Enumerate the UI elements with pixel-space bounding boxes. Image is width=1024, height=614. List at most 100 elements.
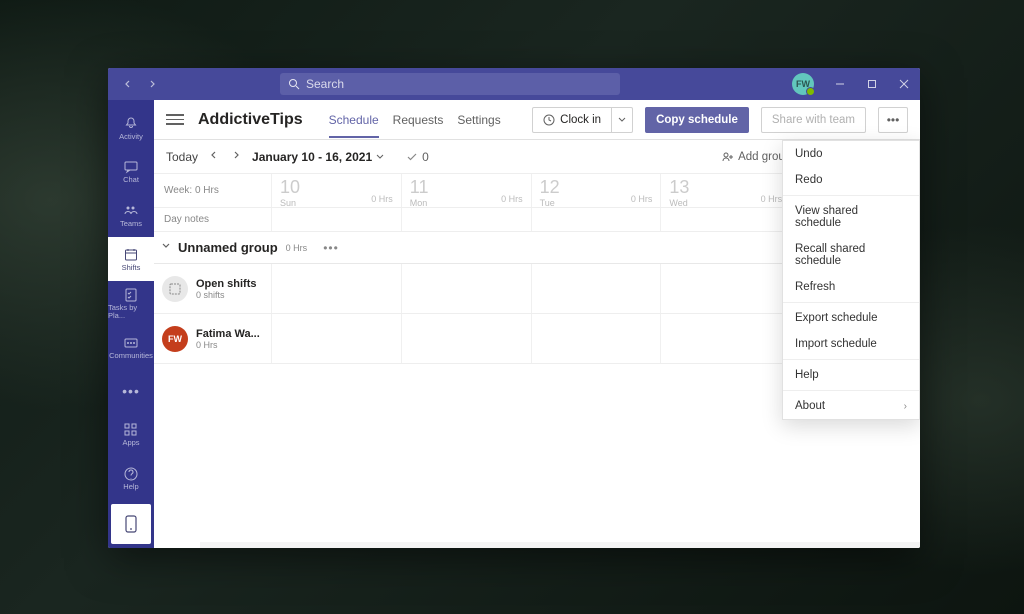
app-rail: Activity Chat Teams Shifts Tasks by Pla.…: [108, 100, 154, 548]
share-with-team-button[interactable]: Share with team: [761, 107, 866, 133]
clock-in-dropdown[interactable]: [612, 107, 633, 133]
user-name: Fatima Wa...: [196, 328, 260, 340]
more-actions-button[interactable]: •••: [878, 107, 908, 133]
menu-recall-shared[interactable]: Recall shared schedule: [783, 236, 919, 274]
rail-apps[interactable]: Apps: [108, 413, 154, 457]
menu-divider: [783, 302, 919, 303]
tasks-icon: [123, 287, 139, 303]
shift-cell[interactable]: [531, 264, 661, 313]
search-placeholder: Search: [306, 77, 344, 91]
shift-cell[interactable]: [271, 314, 401, 363]
chevron-down-icon: [618, 116, 626, 124]
shift-cell[interactable]: [660, 264, 790, 313]
menu-divider: [783, 359, 919, 360]
clock-in-button[interactable]: Clock in: [532, 107, 612, 133]
chat-icon: [123, 159, 139, 175]
titlebar: Search FW: [108, 68, 920, 100]
rail-communities[interactable]: Communities: [108, 325, 154, 369]
menu-refresh[interactable]: Refresh: [783, 274, 919, 300]
chevron-right-icon: ›: [904, 401, 907, 412]
open-shifts-title: Open shifts: [196, 278, 257, 290]
search-input[interactable]: Search: [280, 73, 620, 95]
shifts-icon: [123, 247, 139, 263]
date-range-picker[interactable]: January 10 - 16, 2021: [252, 150, 384, 164]
communities-icon: [123, 335, 139, 351]
group-hours: 0 Hrs: [286, 243, 308, 253]
more-icon: •••: [122, 383, 140, 399]
menu-redo[interactable]: Redo: [783, 167, 919, 193]
menu-view-shared[interactable]: View shared schedule: [783, 198, 919, 236]
day-notes-cell[interactable]: [271, 208, 401, 231]
teams-window: Search FW Activity Chat Teams: [108, 68, 920, 548]
rail-chat[interactable]: Chat: [108, 150, 154, 194]
day-notes-cell[interactable]: [660, 208, 790, 231]
close-button[interactable]: [888, 68, 920, 100]
group-more-button[interactable]: •••: [323, 241, 339, 255]
nav-forward-button[interactable]: [140, 72, 164, 96]
open-shifts-count: 0 shifts: [196, 290, 257, 300]
chevron-down-icon: [376, 153, 384, 161]
tab-schedule[interactable]: Schedule: [329, 103, 379, 137]
menu-about[interactable]: About ›: [783, 393, 919, 419]
user-hours: 0 Hrs: [196, 340, 260, 350]
main-content: AddictiveTips Schedule Requests Settings…: [154, 100, 920, 548]
day-notes-label: Day notes: [154, 208, 271, 231]
rail-shifts[interactable]: Shifts: [108, 237, 154, 281]
shift-cell[interactable]: [401, 314, 531, 363]
nav-back-button[interactable]: [116, 72, 140, 96]
tab-requests[interactable]: Requests: [393, 103, 444, 137]
menu-help[interactable]: Help: [783, 362, 919, 388]
copy-schedule-button[interactable]: Copy schedule: [645, 107, 749, 133]
rail-help[interactable]: Help: [108, 456, 154, 500]
tabs: Schedule Requests Settings: [329, 103, 501, 137]
shift-cell[interactable]: [531, 314, 661, 363]
page-header: AddictiveTips Schedule Requests Settings…: [154, 100, 920, 140]
prev-week-button[interactable]: [208, 151, 220, 162]
rail-teams[interactable]: Teams: [108, 194, 154, 238]
hamburger-button[interactable]: [166, 111, 184, 129]
search-icon: [288, 78, 300, 90]
add-group-icon: [722, 151, 734, 163]
mobile-icon: [124, 515, 138, 533]
open-shifts-icon: [162, 276, 188, 302]
next-week-button[interactable]: [230, 151, 242, 162]
day-header-sun: 10Sun 0 Hrs: [271, 174, 401, 207]
today-button[interactable]: Today: [166, 150, 198, 164]
group-name: Unnamed group: [178, 240, 278, 255]
group-collapse-toggle[interactable]: [160, 242, 172, 253]
apps-icon: [123, 422, 139, 438]
bell-icon: [123, 116, 139, 132]
day-notes-cell[interactable]: [531, 208, 661, 231]
week-total-label: Week: 0 Hrs: [154, 174, 271, 207]
rail-tasks[interactable]: Tasks by Pla...: [108, 281, 154, 325]
menu-import[interactable]: Import schedule: [783, 331, 919, 357]
team-title: AddictiveTips: [198, 111, 303, 129]
clock-in-group: Clock in: [532, 107, 633, 133]
shift-cell[interactable]: [271, 264, 401, 313]
teams-icon: [123, 203, 139, 219]
shift-cell[interactable]: [401, 264, 531, 313]
menu-divider: [783, 195, 919, 196]
rail-more[interactable]: •••: [108, 369, 154, 413]
day-header-mon: 11Mon 0 Hrs: [401, 174, 531, 207]
day-header-tue: 12Tue 0 Hrs: [531, 174, 661, 207]
menu-undo[interactable]: Undo: [783, 141, 919, 167]
tab-settings[interactable]: Settings: [457, 103, 500, 137]
clock-icon: [543, 114, 555, 126]
help-icon: [123, 466, 139, 482]
scroll-hint: [200, 542, 920, 548]
add-group-button[interactable]: Add group: [722, 151, 791, 163]
minimize-button[interactable]: [824, 68, 856, 100]
user-avatar[interactable]: FW: [792, 73, 814, 95]
day-header-wed: 13Wed 0 Hrs: [660, 174, 790, 207]
checked-count: 0: [406, 150, 429, 164]
rail-activity[interactable]: Activity: [108, 106, 154, 150]
rail-mobile-tile[interactable]: [111, 504, 151, 544]
shift-cell[interactable]: [660, 314, 790, 363]
menu-divider: [783, 390, 919, 391]
maximize-button[interactable]: [856, 68, 888, 100]
check-icon: [406, 151, 418, 163]
day-notes-cell[interactable]: [401, 208, 531, 231]
more-actions-menu: Undo Redo View shared schedule Recall sh…: [782, 140, 920, 420]
menu-export[interactable]: Export schedule: [783, 305, 919, 331]
